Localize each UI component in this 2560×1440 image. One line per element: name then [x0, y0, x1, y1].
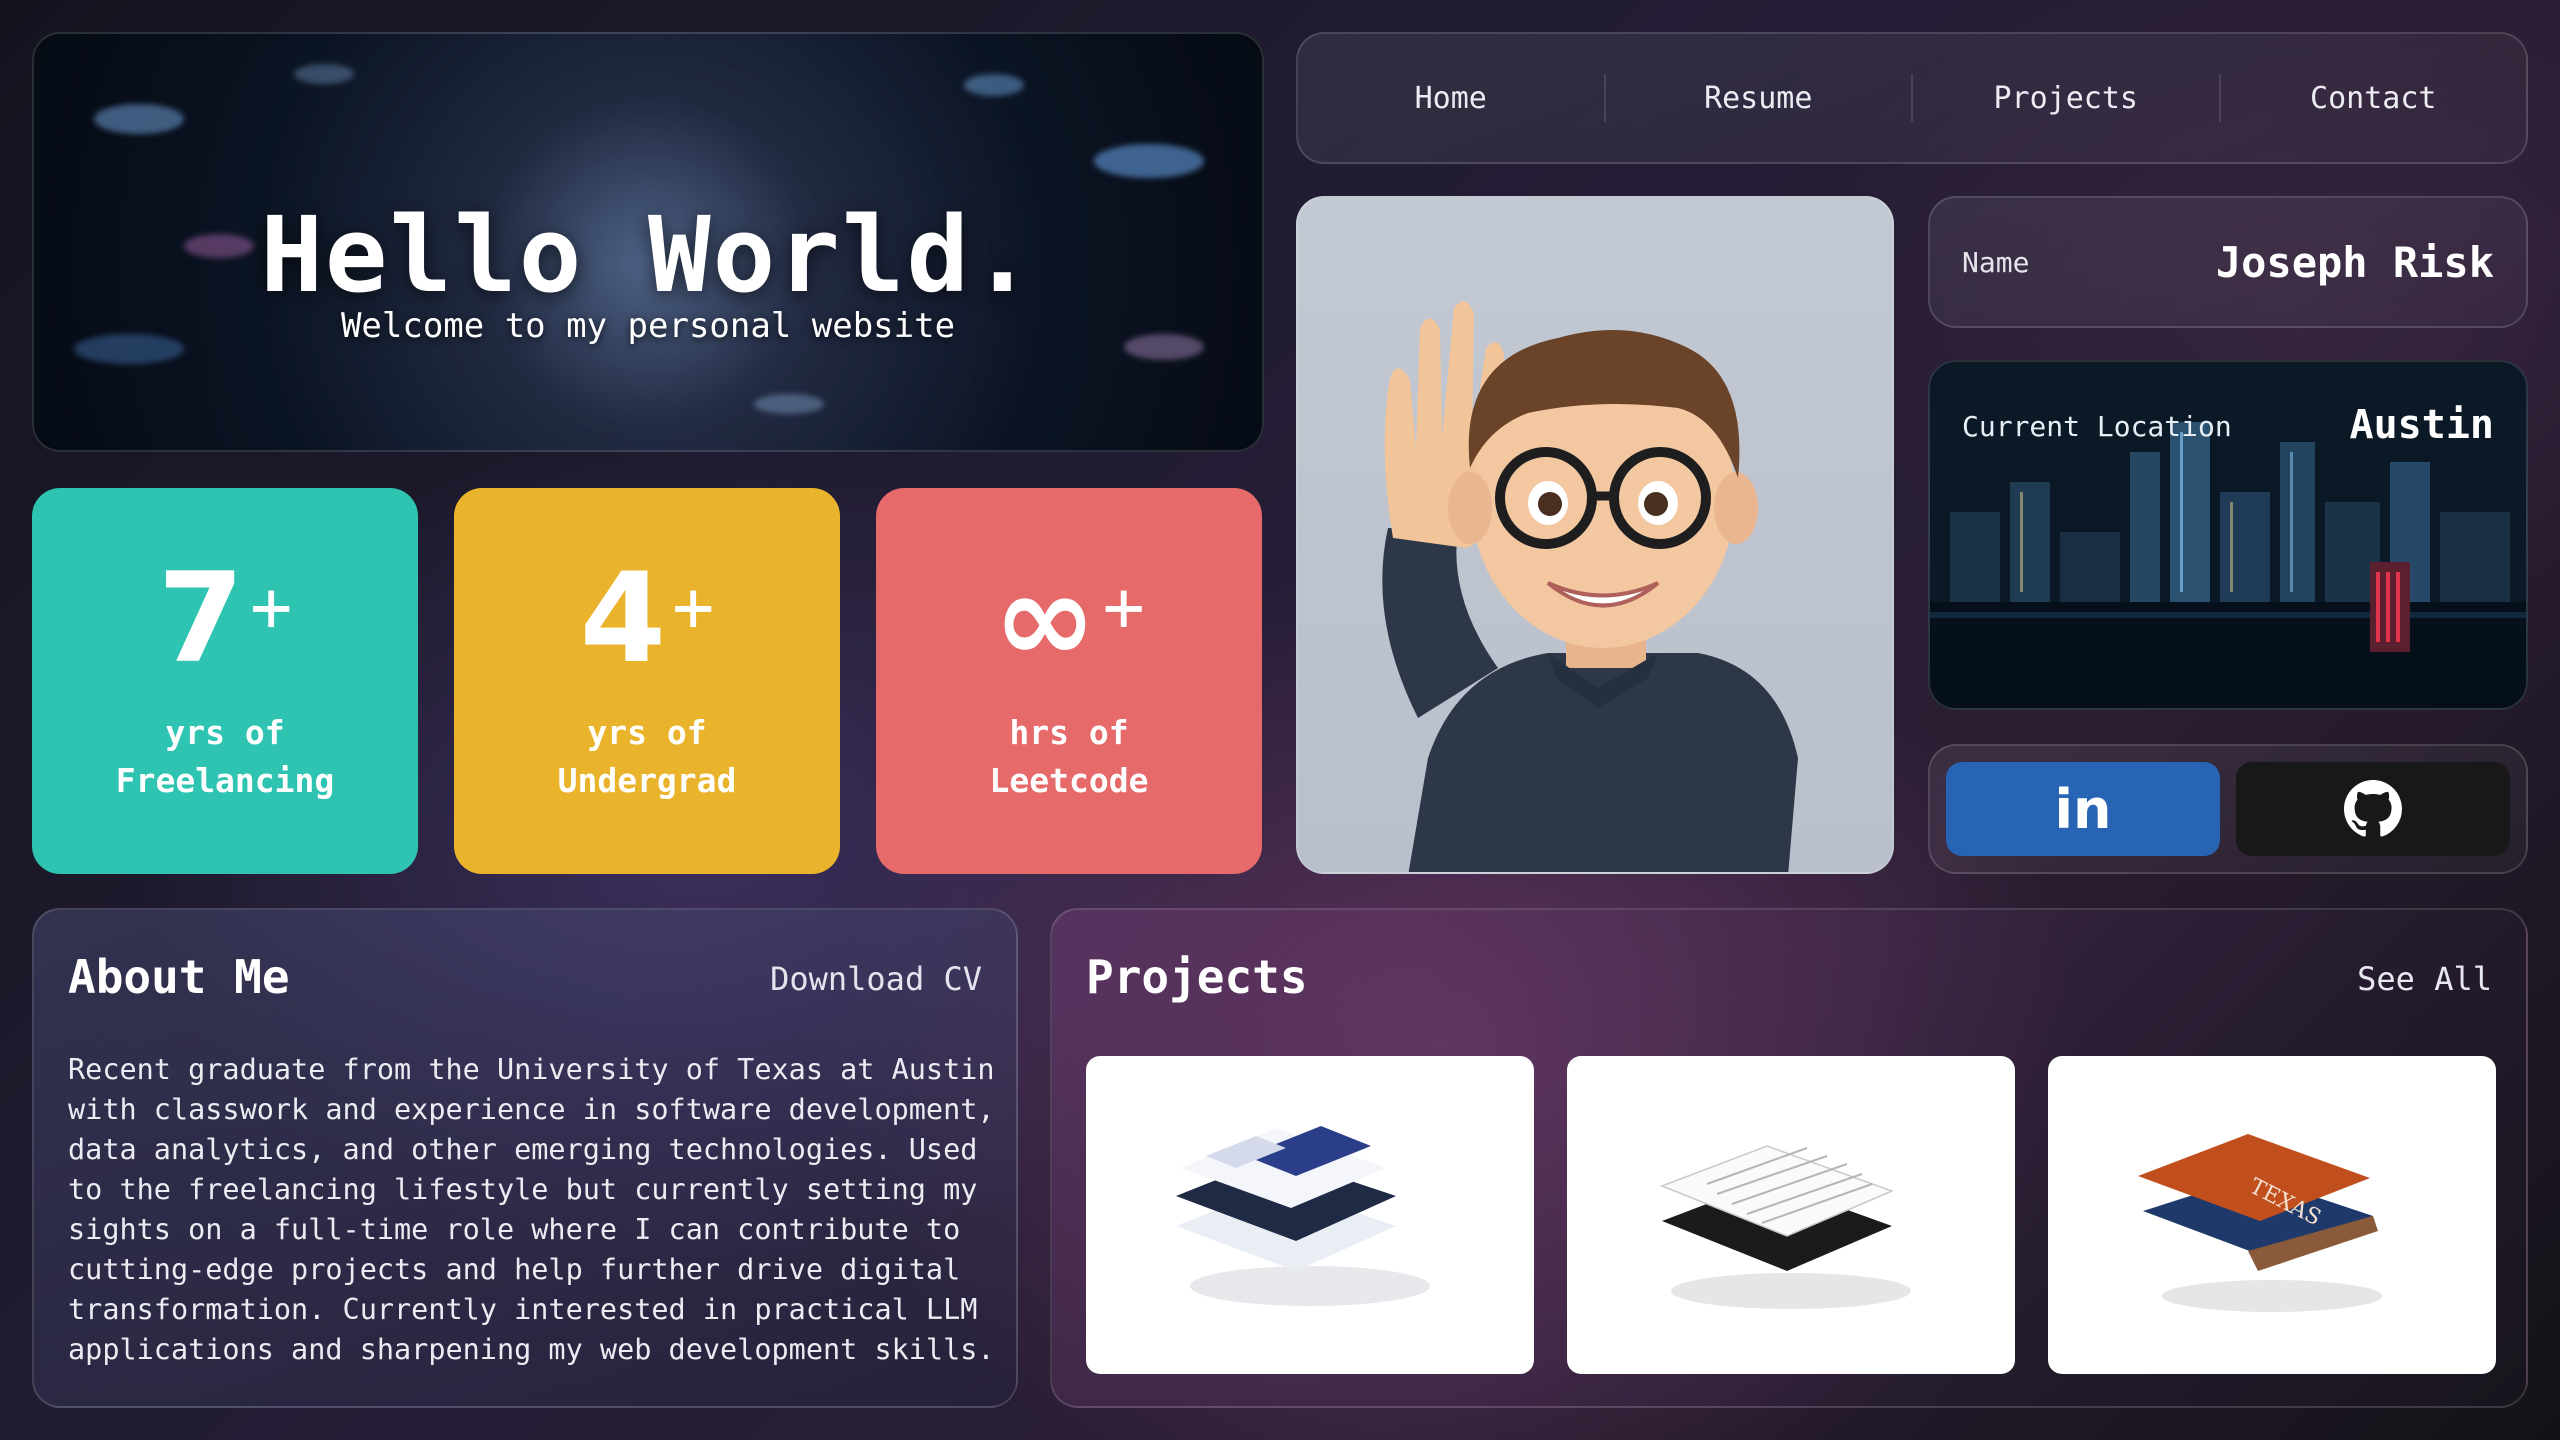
stat-suffix: +	[250, 566, 293, 648]
project-tile-texas[interactable]: TEXAS	[2048, 1056, 2496, 1374]
stat-value: ∞	[993, 547, 1097, 691]
linkedin-button[interactable]: in	[1946, 762, 2220, 856]
stat-card-undergrad: 4+ yrs of Undergrad	[454, 488, 840, 874]
stat-label: yrs of Undergrad	[558, 709, 737, 805]
stat-card-freelancing: 7+ yrs of Freelancing	[32, 488, 418, 874]
projects-title: Projects	[1086, 950, 1308, 1004]
stat-value: 7	[157, 547, 245, 691]
github-button[interactable]	[2236, 762, 2510, 856]
nav-home[interactable]: Home	[1298, 81, 1604, 116]
avatar-card	[1296, 196, 1894, 874]
about-line: transformation. Currently interested in …	[68, 1293, 978, 1326]
stat-label-line2: Freelancing	[115, 761, 335, 800]
stat-card-leetcode: ∞+ hrs of Leetcode	[876, 488, 1262, 874]
location-label: Current Location	[1962, 410, 2232, 443]
stat-suffix: +	[672, 566, 715, 648]
about-text: Recent graduate from the University of T…	[68, 1050, 1008, 1370]
nav-resume[interactable]: Resume	[1606, 81, 1912, 116]
hero-subtitle: Welcome to my personal website	[340, 306, 956, 346]
about-title: About Me	[68, 950, 290, 1004]
stat-value-wrap: ∞+	[993, 557, 1144, 681]
about-line: applications and sharpening my web devel…	[68, 1333, 995, 1366]
project-preview-image	[1659, 1145, 1911, 1309]
stat-label-line1: yrs of	[165, 713, 285, 752]
stat-value-wrap: 7+	[158, 557, 292, 681]
project-preview-image	[1176, 1126, 1430, 1306]
hero-banner: Hello World. Welcome to my personal webs…	[32, 32, 1264, 452]
project-tile-portfolio[interactable]	[1086, 1056, 1534, 1374]
nav-projects[interactable]: Projects	[1913, 81, 2219, 116]
stat-value-wrap: 4+	[580, 557, 714, 681]
location-value: Austin	[2349, 402, 2495, 448]
stat-label: yrs of Freelancing	[116, 709, 335, 805]
stat-label-line2: Undergrad	[557, 761, 737, 800]
social-links: in	[1928, 744, 2528, 874]
memoji-avatar	[1382, 301, 1798, 872]
top-nav: Home Resume Projects Contact	[1296, 32, 2528, 164]
project-tile-documents[interactable]	[1567, 1056, 2015, 1374]
about-line: cutting-edge projects and help further d…	[68, 1253, 961, 1286]
see-all-link[interactable]: See All	[2357, 960, 2492, 998]
stat-label-line1: hrs of	[1009, 713, 1129, 752]
stat-label-line2: Leetcode	[989, 761, 1149, 800]
location-card: Current Location Austin	[1928, 360, 2528, 710]
stat-value: 4	[579, 547, 667, 691]
name-card: Name Joseph Risk	[1928, 196, 2528, 328]
name-label: Name	[1962, 245, 2030, 279]
stat-label: hrs of Leetcode	[990, 709, 1149, 805]
about-line: with classwork and experience in softwar…	[68, 1093, 995, 1126]
about-line: sights on a full-time role where I can c…	[68, 1213, 961, 1246]
project-preview-image: TEXAS	[2138, 1134, 2382, 1312]
hero-title: Hello World.	[260, 194, 1036, 316]
about-line: to the freelancing lifestyle but current…	[68, 1173, 978, 1206]
linkedin-icon: in	[2054, 777, 2112, 841]
about-line: data analytics, and other emerging techn…	[68, 1133, 978, 1166]
stat-suffix: +	[1102, 566, 1145, 648]
stat-label-line1: yrs of	[587, 713, 707, 752]
nav-contact[interactable]: Contact	[2221, 81, 2527, 116]
projects-card: Projects See All TEXAS	[1050, 908, 2528, 1408]
download-cv-link[interactable]: Download CV	[770, 960, 982, 998]
about-card: About Me Download CV Recent graduate fro…	[32, 908, 1018, 1408]
name-value: Joseph Risk	[2215, 237, 2494, 287]
about-line: Recent graduate from the University of T…	[68, 1053, 995, 1086]
github-icon	[2344, 780, 2402, 837]
